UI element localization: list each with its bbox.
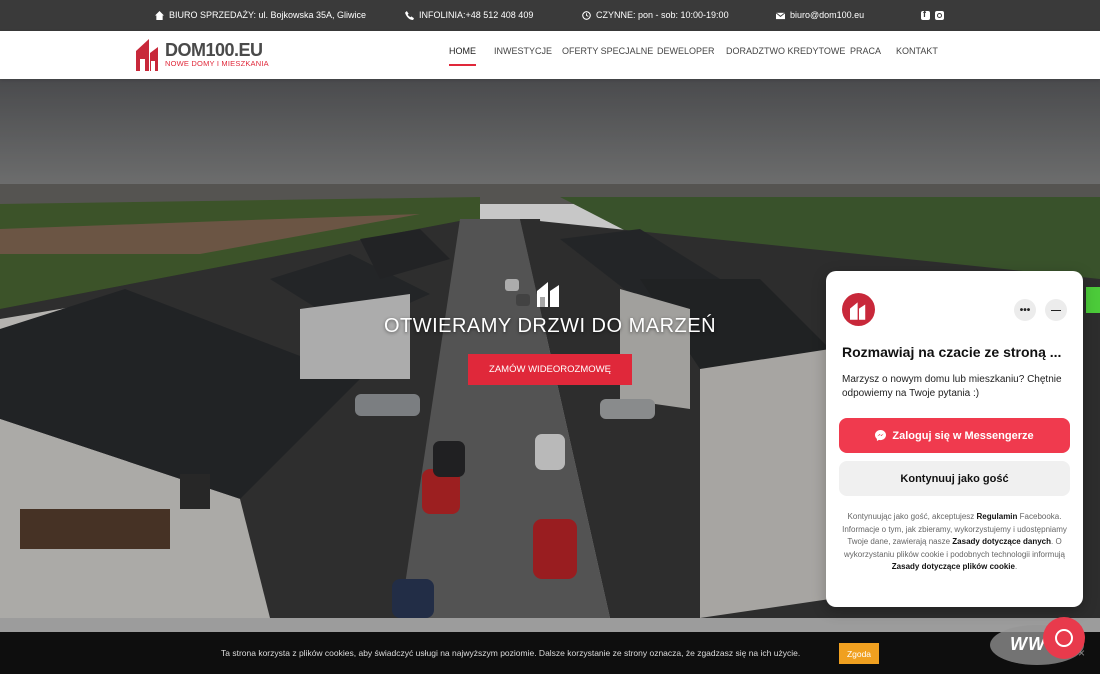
chat-title: Rozmawiaj na czacie ze stroną ...: [842, 344, 1062, 360]
nav-deweloper[interactable]: DEWELOPER: [657, 46, 715, 56]
video-call-button[interactable]: ZAMÓW WIDEOROZMOWĘ: [468, 354, 632, 385]
cookie-message: Ta strona korzysta z plików cookies, aby…: [221, 648, 801, 658]
more-options-button[interactable]: •••: [1014, 299, 1036, 321]
section-divider: [0, 618, 1100, 632]
side-tab[interactable]: [1086, 287, 1100, 313]
page-avatar: [842, 293, 875, 326]
clock-icon: [582, 10, 591, 20]
hours-info: CZYNNE: pon - sob: 10:00-19:00: [582, 10, 729, 20]
house-door-icon: [537, 282, 559, 307]
site-logo[interactable]: DOM100.EU NOWE DOMY I MIESZKANIA: [136, 39, 269, 71]
house-logo-icon: [849, 301, 865, 320]
cookie-bar: Ta strona korzysta z plików cookies, aby…: [0, 632, 1100, 674]
phone-number[interactable]: INFOLINIA:+48 512 408 409: [419, 10, 533, 20]
nav-doradztwo-kredytowe[interactable]: DORADZTWO KREDYTOWE: [726, 46, 845, 56]
nav-home[interactable]: HOME: [449, 46, 476, 66]
email-info[interactable]: biuro@dom100.eu: [776, 10, 864, 20]
envelope-icon: [776, 11, 785, 19]
cookie-accept-button[interactable]: Zgoda: [839, 643, 879, 664]
main-header: DOM100.EU NOWE DOMY I MIESZKANIA HOME IN…: [0, 31, 1100, 79]
nav-oferty-specjalne[interactable]: OFERTY SPECJALNE: [562, 46, 653, 56]
messenger-icon: [875, 430, 887, 441]
messenger-chat-widget: ••• — Rozmawiaj na czacie ze stroną ... …: [826, 271, 1083, 607]
chat-legal-notice: Kontynuując jako gość, akceptujesz Regul…: [840, 511, 1069, 574]
opening-hours: CZYNNE: pon - sob: 10:00-19:00: [596, 10, 729, 20]
facebook-icon[interactable]: [921, 9, 930, 20]
chat-bubble-icon: [1055, 629, 1073, 647]
logo-subtitle: NOWE DOMY I MIESZKANIA: [165, 59, 269, 68]
top-info-bar: BIURO SPRZEDAŻY: ul. Bojkowska 35A, Gliw…: [0, 0, 1100, 31]
office-address: BIURO SPRZEDAŻY: ul. Bojkowska 35A, Gliw…: [169, 10, 367, 20]
chat-launcher-button[interactable]: [1043, 617, 1085, 659]
logo-title: DOM100.EU: [165, 40, 263, 60]
nav-inwestycje[interactable]: INWESTYCJE: [494, 46, 552, 56]
email-link[interactable]: biuro@dom100.eu: [790, 10, 864, 20]
legal-text-4: .: [1014, 562, 1018, 571]
chat-description: Marzysz o nowym domu lub mieszkaniu? Chę…: [842, 374, 1062, 399]
social-links: [921, 9, 944, 20]
messenger-login-label: Zaloguj się w Messengerze: [892, 429, 1034, 442]
phone-info[interactable]: INFOLINIA:+48 512 408 409: [405, 10, 533, 20]
messenger-login-button[interactable]: Zaloguj się w Messengerze: [839, 418, 1070, 453]
minimize-button[interactable]: —: [1045, 299, 1067, 321]
legal-text-1: Kontynuując jako gość, akceptujesz: [847, 512, 975, 521]
data-policy-link[interactable]: Zasady dotyczące danych: [952, 537, 1051, 546]
cookie-policy-link[interactable]: Zasady dotyczące plików cookie: [892, 562, 1015, 571]
nav-kontakt[interactable]: KONTAKT: [896, 46, 938, 56]
phone-icon: [405, 10, 414, 20]
home-icon: [155, 10, 164, 20]
instagram-icon[interactable]: [935, 11, 944, 20]
nav-praca[interactable]: PRACA: [850, 46, 881, 56]
terms-link[interactable]: Regulamin: [977, 512, 1018, 521]
continue-as-guest-button[interactable]: Kontynuuj jako gość: [839, 461, 1070, 496]
office-info: BIURO SPRZEDAŻY: ul. Bojkowska 35A, Gliw…: [155, 10, 366, 20]
house-logo-icon: [136, 39, 158, 71]
